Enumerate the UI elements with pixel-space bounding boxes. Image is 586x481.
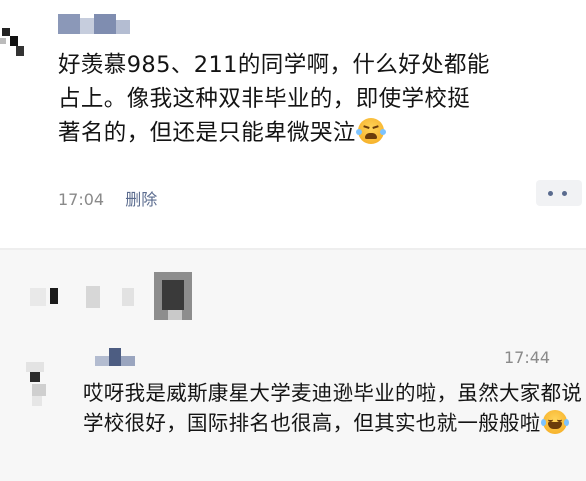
post-meta: 17:04 删除 [58,186,157,210]
poster-avatar-pixelated[interactable] [0,24,30,60]
likes-row-pixelated[interactable] [30,272,210,322]
crying-face-icon [355,118,386,144]
dot-icon [562,191,567,196]
poster-name-pixelated[interactable] [58,14,136,36]
more-actions-button[interactable] [536,180,582,206]
tears-of-joy-icon [540,410,569,434]
delete-link[interactable]: 删除 [125,190,157,209]
comment-text[interactable]: 哎呀我是威斯康星大学麦迪逊毕业的啦，虽然大家都说学校很好，国际排名也很高，但其实… [83,378,583,438]
post-time: 17:04 [58,190,105,209]
dot-icon [548,191,553,196]
commenter-name-pixelated[interactable] [95,348,141,368]
comments-section: 17:44 哎呀我是威斯康星大学麦迪逊毕业的啦，虽然大家都说学校很好，国际排名也… [0,250,586,481]
post-text: 好羡慕985、211的同学啊，什么好处都能 占上。像我这种双非毕业的，即使学校挺… [58,52,490,146]
moment-post: 好羡慕985、211的同学啊，什么好处都能 占上。像我这种双非毕业的，即使学校挺… [0,0,586,248]
commenter-avatar-pixelated[interactable] [26,362,52,406]
comment-time: 17:44 [504,348,551,367]
